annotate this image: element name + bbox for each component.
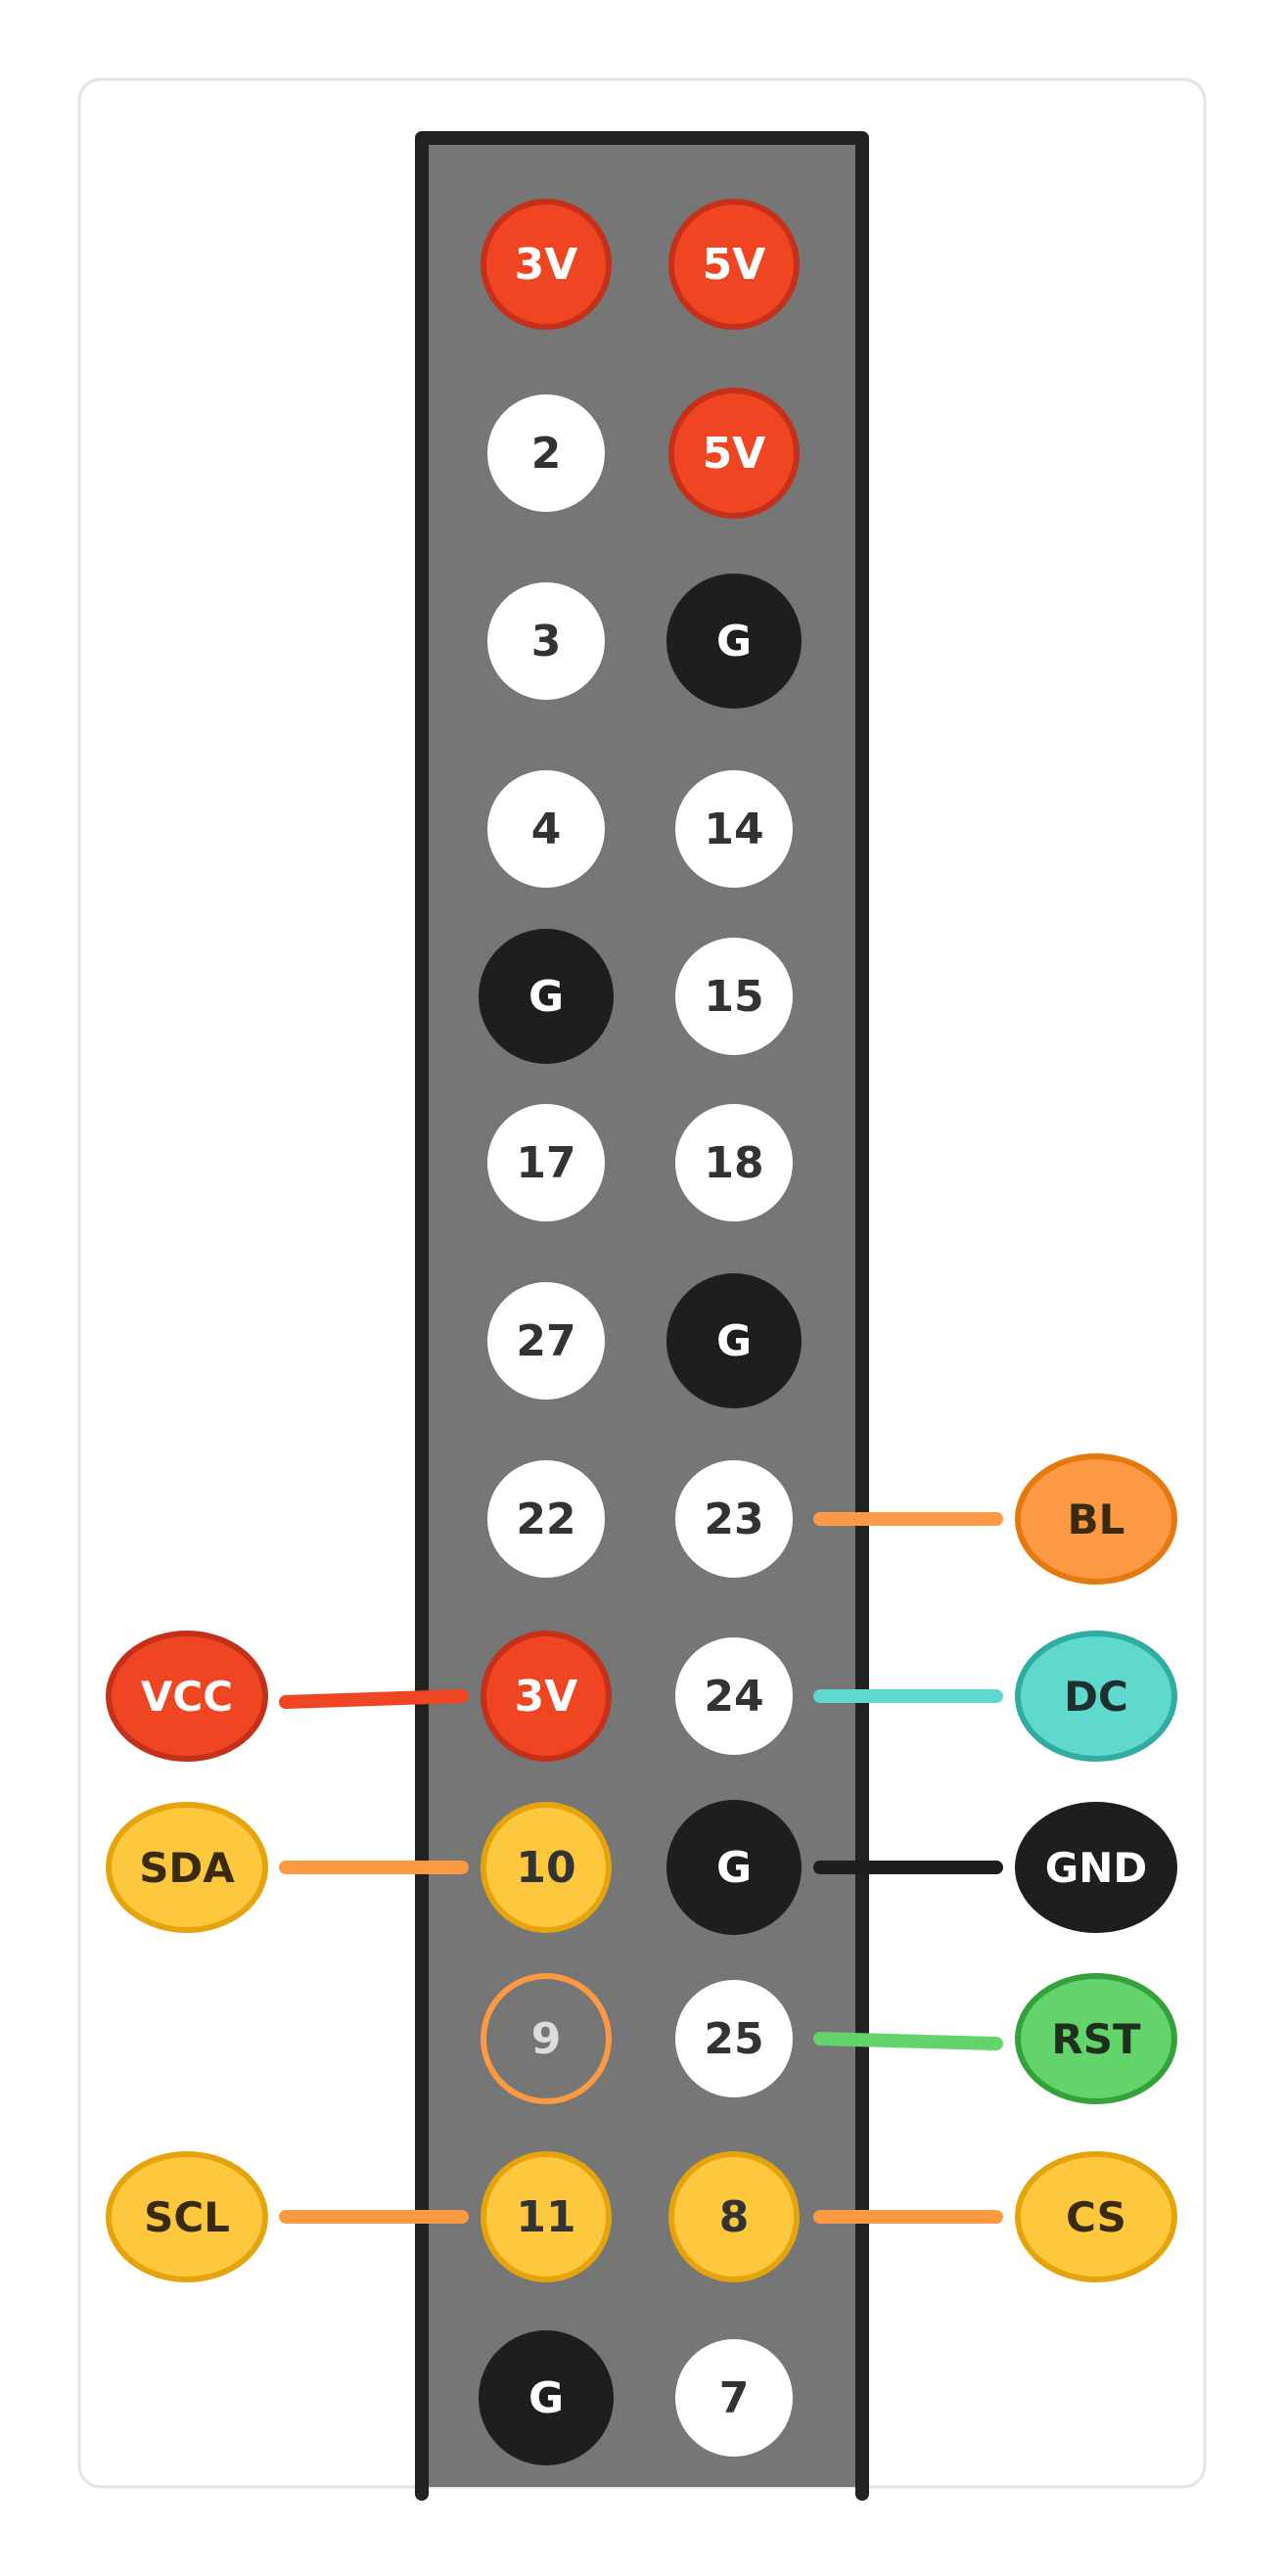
connection-label: CS: [1066, 2193, 1126, 2241]
pin-3-0: 4: [487, 770, 605, 888]
pin-2-0: 3: [487, 582, 605, 700]
pin-label: G: [528, 972, 564, 1022]
pin-10-1: 25: [675, 1980, 793, 2097]
pin-label: 3V: [515, 240, 578, 290]
connection-cs: CS: [1015, 2151, 1177, 2282]
pin-label: 7: [719, 2373, 750, 2423]
pin-8-1: 24: [675, 1637, 793, 1755]
pin-label: 11: [516, 2192, 575, 2242]
pin-4-1: 15: [675, 938, 793, 1055]
pin-diagram: 3V 5V 2 5V 3 G 4 14 G 15 17 18 27 G 22 23 3V 24 10 G 9 25 11 8 G…: [77, 77, 1207, 2501]
connection-scl: SCL: [106, 2151, 268, 2282]
pin-label: 25: [704, 2014, 763, 2064]
pin-label: 9: [531, 2014, 562, 2064]
connection-label: RST: [1051, 2015, 1141, 2063]
pin-label: 14: [704, 805, 763, 854]
pin-label: 23: [704, 1495, 763, 1544]
pin-label: 22: [516, 1495, 575, 1544]
pin-label: 27: [516, 1316, 575, 1366]
pin-6-1: G: [666, 1273, 802, 1408]
connection-sda: SDA: [106, 1802, 268, 1933]
pin-label: 18: [704, 1138, 763, 1188]
pin-label: 2: [531, 429, 562, 479]
pin-label: 4: [531, 805, 562, 854]
connection-label: DC: [1064, 1673, 1128, 1721]
pin-5-0: 17: [487, 1104, 605, 1221]
pin-5-1: 18: [675, 1104, 793, 1221]
connection-label: SCL: [144, 2193, 230, 2241]
pin-label: G: [716, 617, 752, 667]
pin-1-1: 5V: [668, 388, 800, 519]
pin-label: 24: [704, 1672, 763, 1722]
connection-vcc: VCC: [106, 1631, 268, 1762]
pin-8-0: 3V: [481, 1631, 612, 1762]
pin-12-0: G: [479, 2330, 614, 2465]
pin-0-0: 3V: [481, 199, 612, 330]
pin-4-0: G: [479, 929, 614, 1064]
wire-vcc: [279, 1689, 469, 1709]
pin-3-1: 14: [675, 770, 793, 888]
pin-2-1: G: [666, 574, 802, 709]
wire-rst: [813, 2032, 1003, 2050]
pin-label: 5V: [703, 240, 766, 290]
pin-label: 15: [704, 972, 763, 1022]
pin-label: 3: [531, 617, 562, 667]
pin-label: 10: [516, 1843, 575, 1893]
connection-label: SDA: [139, 1844, 235, 1892]
pin-9-0: 10: [481, 1802, 612, 1933]
pin-label: 5V: [703, 429, 766, 479]
pin-6-0: 27: [487, 1282, 605, 1400]
connection-label: GND: [1045, 1844, 1148, 1892]
pin-11-0: 11: [481, 2151, 612, 2282]
connection-label: BL: [1068, 1495, 1125, 1543]
pin-label: G: [716, 1843, 752, 1893]
pin-0-1: 5V: [668, 199, 800, 330]
pin-label: G: [716, 1316, 752, 1366]
connection-rst: RST: [1015, 1973, 1177, 2104]
pin-11-1: 8: [668, 2151, 800, 2282]
pin-9-1: G: [666, 1800, 802, 1935]
connection-gnd: GND: [1015, 1802, 1177, 1933]
connection-bl: BL: [1015, 1453, 1177, 1585]
header-board: [422, 138, 862, 2487]
pin-label: 8: [719, 2192, 750, 2242]
pin-label: 3V: [515, 1672, 578, 1722]
pin-1-0: 2: [487, 394, 605, 512]
pin-label: G: [528, 2373, 564, 2423]
pin-label: 17: [516, 1138, 575, 1188]
connection-label: VCC: [141, 1673, 233, 1721]
pin-12-1: 7: [675, 2339, 793, 2457]
connection-dc: DC: [1015, 1631, 1177, 1762]
pin-7-0: 22: [487, 1460, 605, 1578]
pin-7-1: 23: [675, 1460, 793, 1578]
